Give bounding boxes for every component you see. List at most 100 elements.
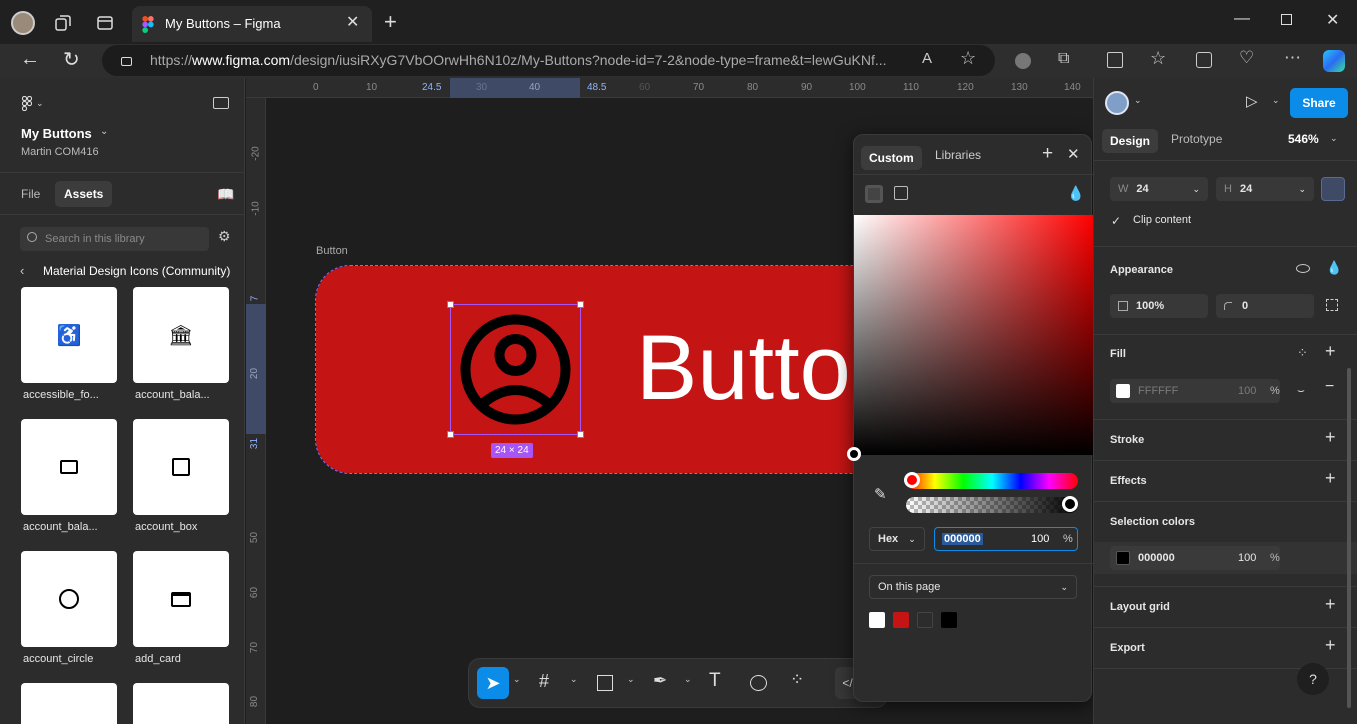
share-button[interactable]: Share: [1290, 88, 1348, 118]
add-style-icon[interactable]: +: [1042, 143, 1053, 165]
solid-fill-icon[interactable]: [865, 185, 883, 203]
workspaces-icon[interactable]: [53, 13, 73, 33]
favorite-star-icon[interactable]: ☆: [960, 48, 976, 69]
layer-opacity-value[interactable]: 100%: [1136, 300, 1164, 312]
actions-tool-icon[interactable]: ⁘: [790, 670, 804, 690]
asset-tile[interactable]: ♿: [21, 287, 117, 383]
health-icon[interactable]: ♡: [1239, 48, 1254, 68]
rectangle-tool-icon[interactable]: [597, 675, 613, 691]
tab-prototype[interactable]: Prototype: [1171, 132, 1222, 146]
width-field[interactable]: W 24 ⌄: [1110, 177, 1208, 201]
picker-tab-libraries[interactable]: Libraries: [935, 148, 981, 162]
collections-icon[interactable]: [1196, 52, 1212, 68]
hue-thumb[interactable]: [904, 472, 920, 488]
color-source-select[interactable]: On this page ⌄: [869, 575, 1077, 599]
comment-tool-icon[interactable]: [750, 675, 767, 691]
move-tool-chevron-icon[interactable]: ⌄: [513, 674, 521, 685]
tab-close-icon[interactable]: ✕: [346, 12, 359, 32]
opacity-drop-icon[interactable]: 💧: [1326, 260, 1342, 276]
browser-tab-active[interactable]: My Buttons – Figma ✕: [132, 6, 372, 42]
fill-swatch[interactable]: [1116, 384, 1130, 398]
height-value[interactable]: 24: [1240, 183, 1252, 195]
figma-menu-icon[interactable]: ⌄: [22, 96, 44, 111]
minimize-icon[interactable]: —: [1234, 10, 1250, 28]
asset-tile[interactable]: [133, 419, 229, 515]
add-fill-icon[interactable]: +: [1325, 341, 1336, 362]
account-circle-icon[interactable]: [447, 301, 584, 438]
selection-swatch[interactable]: [1116, 551, 1130, 565]
library-book-icon[interactable]: 📖: [217, 186, 234, 203]
close-icon[interactable]: ✕: [1067, 145, 1080, 163]
asset-tile[interactable]: [133, 683, 229, 724]
present-chevron-icon[interactable]: ⌄: [1272, 95, 1280, 106]
maximize-icon[interactable]: [1281, 14, 1292, 25]
selection-hex-value[interactable]: 000000: [1138, 552, 1175, 564]
selection-opacity-value[interactable]: 100: [1238, 552, 1256, 564]
pen-tool-chevron-icon[interactable]: ⌄: [684, 674, 692, 685]
asset-tile[interactable]: [133, 551, 229, 647]
hue-slider[interactable]: [904, 472, 1078, 489]
height-field[interactable]: H 24 ⌄: [1216, 177, 1314, 201]
present-play-icon[interactable]: ▷: [1246, 92, 1258, 110]
opacity-drop-icon[interactable]: 💧: [1067, 185, 1084, 202]
tab-actions-icon[interactable]: [95, 13, 115, 33]
constrain-proportions-icon[interactable]: [1321, 177, 1345, 201]
zoom-chevron-icon[interactable]: ⌄: [1330, 133, 1338, 144]
tab-file[interactable]: File: [21, 187, 40, 201]
resize-handle[interactable]: [577, 431, 584, 438]
address-bar[interactable]: https://www.figma.com/design/iusiRXyG7Vb…: [102, 45, 995, 76]
add-effect-icon[interactable]: +: [1325, 468, 1336, 489]
swatch-red[interactable]: [893, 612, 909, 628]
refresh-icon[interactable]: ↻: [63, 47, 80, 72]
add-stroke-icon[interactable]: +: [1325, 427, 1336, 448]
resize-handle[interactable]: [447, 301, 454, 308]
add-layout-grid-icon[interactable]: +: [1325, 594, 1336, 615]
frame-label[interactable]: Button: [316, 245, 348, 257]
hex-input-group[interactable]: 000000 100 %: [934, 527, 1078, 551]
swatch-black[interactable]: [941, 612, 957, 628]
clip-content-checkbox[interactable]: ✓: [1111, 214, 1121, 228]
corner-radius-field[interactable]: 0: [1216, 294, 1314, 318]
width-value[interactable]: 24: [1136, 183, 1148, 195]
image-fill-icon[interactable]: [894, 186, 908, 200]
more-menu-icon[interactable]: ⋯: [1284, 48, 1301, 68]
fill-opacity-value[interactable]: 100: [1238, 385, 1256, 397]
asset-tile[interactable]: [21, 419, 117, 515]
new-tab-icon[interactable]: +: [384, 9, 397, 35]
copilot-icon[interactable]: [1323, 50, 1345, 72]
window-close-icon[interactable]: ✕: [1326, 10, 1339, 30]
button-text[interactable]: Butto: [636, 316, 851, 421]
user-avatar[interactable]: [1105, 91, 1129, 115]
asset-tile[interactable]: 🏛: [133, 287, 229, 383]
avatar-chevron-icon[interactable]: ⌄: [1134, 95, 1142, 106]
selection-color-field[interactable]: 000000 100 %: [1110, 546, 1280, 570]
resize-handle[interactable]: [447, 431, 454, 438]
remove-fill-icon[interactable]: −: [1325, 378, 1334, 396]
hex-input[interactable]: 000000: [942, 533, 983, 545]
layer-opacity-field[interactable]: 100%: [1110, 294, 1208, 318]
picker-tab-custom[interactable]: Custom: [861, 146, 922, 170]
zoom-level[interactable]: 546%: [1288, 132, 1319, 146]
visibility-eye-icon[interactable]: [1296, 264, 1310, 273]
puzzle-icon[interactable]: ⧉: [1058, 50, 1069, 68]
fill-color-field[interactable]: FFFFFF 100 %: [1110, 379, 1280, 403]
corner-radius-value[interactable]: 0: [1242, 300, 1248, 312]
resize-handle[interactable]: [577, 301, 584, 308]
back-icon[interactable]: ←: [20, 48, 40, 71]
back-chevron-icon[interactable]: ‹: [20, 263, 24, 278]
eyedropper-icon[interactable]: ✎: [874, 485, 887, 503]
help-button[interactable]: ?: [1297, 663, 1329, 695]
toggle-sidebar-icon[interactable]: [213, 97, 229, 109]
hide-fill-icon[interactable]: ⌣: [1297, 383, 1305, 398]
expand-corners-icon[interactable]: [1326, 299, 1338, 311]
frame-tool-icon[interactable]: #: [539, 671, 549, 692]
saturation-brightness-area[interactable]: [854, 215, 1093, 455]
pen-tool-icon[interactable]: ✒: [653, 671, 667, 691]
fill-styles-icon[interactable]: ⁘: [1297, 345, 1308, 361]
file-name[interactable]: My Buttons: [21, 126, 92, 141]
filter-settings-icon[interactable]: ⚙: [218, 228, 231, 245]
tab-assets[interactable]: Assets: [55, 181, 113, 207]
move-tool-button[interactable]: ➤: [477, 667, 509, 699]
asset-search-field[interactable]: Search in this library: [20, 227, 209, 251]
color-format-select[interactable]: Hex ⌄: [869, 527, 925, 551]
